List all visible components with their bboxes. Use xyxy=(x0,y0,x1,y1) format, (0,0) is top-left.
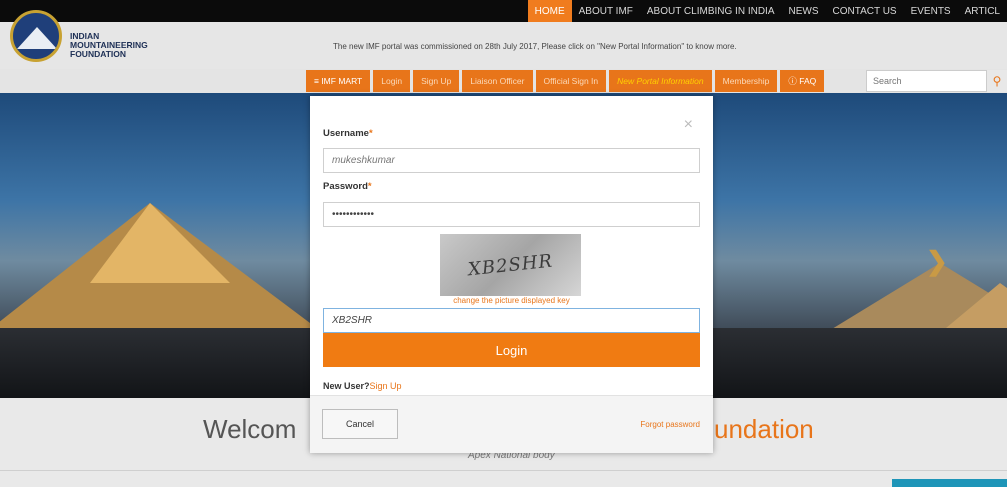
menu-new-portal-information[interactable]: New Portal Information xyxy=(609,70,712,92)
menu-faq[interactable]: ⓘ FAQ xyxy=(780,70,825,92)
username-field[interactable] xyxy=(323,148,700,173)
modal-footer: Cancel Forgot password xyxy=(310,395,713,453)
username-label: Username* xyxy=(323,128,373,139)
menu-login[interactable]: Login xyxy=(373,70,411,92)
search-icon[interactable]: ⚲ xyxy=(987,70,1007,92)
sign-up-link[interactable]: Sign Up xyxy=(370,381,402,391)
divider xyxy=(0,470,1007,471)
captcha-image-text: XB2SHR xyxy=(467,250,554,280)
password-label: Password* xyxy=(323,181,372,192)
required-mark: * xyxy=(367,181,372,192)
nav-news[interactable]: NEWS xyxy=(782,0,826,22)
nav-about-imf[interactable]: ABOUT IMF xyxy=(572,0,640,22)
top-nav-items: HOME ABOUT IMF ABOUT CLIMBING IN INDIA N… xyxy=(527,0,1007,22)
nav-about-climbing[interactable]: ABOUT CLIMBING IN INDIA xyxy=(640,0,782,22)
welcome-title-right: undation xyxy=(714,414,814,444)
cancel-button[interactable]: Cancel xyxy=(322,409,398,439)
menu-liaison-officer[interactable]: Liaison Officer xyxy=(462,70,533,92)
mountain-icon xyxy=(17,27,57,49)
brand-line-3: FOUNDATION xyxy=(70,49,127,59)
password-label-text: Password xyxy=(323,181,368,192)
menu-imf-mart[interactable]: ≡ IMF MART xyxy=(306,70,371,92)
menu-sign-up[interactable]: Sign Up xyxy=(413,70,460,92)
welcome-title-left: Welcom xyxy=(203,414,297,444)
menu-official-sign-in[interactable]: Official Sign In xyxy=(535,70,607,92)
refresh-captcha-link[interactable]: change the picture displayed key xyxy=(310,296,713,305)
nav-contact-us[interactable]: CONTACT US xyxy=(826,0,904,22)
forgot-password-link[interactable]: Forgot password xyxy=(640,420,700,429)
captcha-image: XB2SHR xyxy=(440,234,581,296)
chevron-right-icon[interactable]: ❯ xyxy=(926,246,948,277)
top-navigation: HOME ABOUT IMF ABOUT CLIMBING IN INDIA N… xyxy=(0,0,1007,22)
main-menu: ≡ IMF MART Login Sign Up Liaison Officer… xyxy=(306,70,825,92)
nav-articles[interactable]: ARTICL xyxy=(958,0,1007,22)
search-box: ⚲ xyxy=(866,70,1007,92)
brand-name: INDIAN MOUNTAINEERING FOUNDATION xyxy=(70,32,148,59)
menu-membership[interactable]: Membership xyxy=(714,70,778,92)
login-modal: × Username* Password* XB2SHR change the … xyxy=(310,96,713,453)
captcha-input[interactable] xyxy=(323,308,700,333)
new-user-text: New User? xyxy=(323,381,370,391)
password-field[interactable] xyxy=(323,202,700,227)
close-icon[interactable]: × xyxy=(684,116,693,134)
portal-notice: The new IMF portal was commissioned on 2… xyxy=(333,42,737,51)
teal-tab[interactable] xyxy=(892,479,1007,487)
username-label-text: Username xyxy=(323,128,369,139)
new-user-prompt: New User?Sign Up xyxy=(323,381,402,391)
imf-logo[interactable] xyxy=(10,10,62,62)
login-button[interactable]: Login xyxy=(323,333,700,367)
nav-home[interactable]: HOME xyxy=(527,0,572,22)
nav-events[interactable]: EVENTS xyxy=(904,0,958,22)
required-mark: * xyxy=(368,128,373,139)
search-input[interactable] xyxy=(866,70,987,92)
mountain-peak-left-highlight xyxy=(90,203,230,283)
